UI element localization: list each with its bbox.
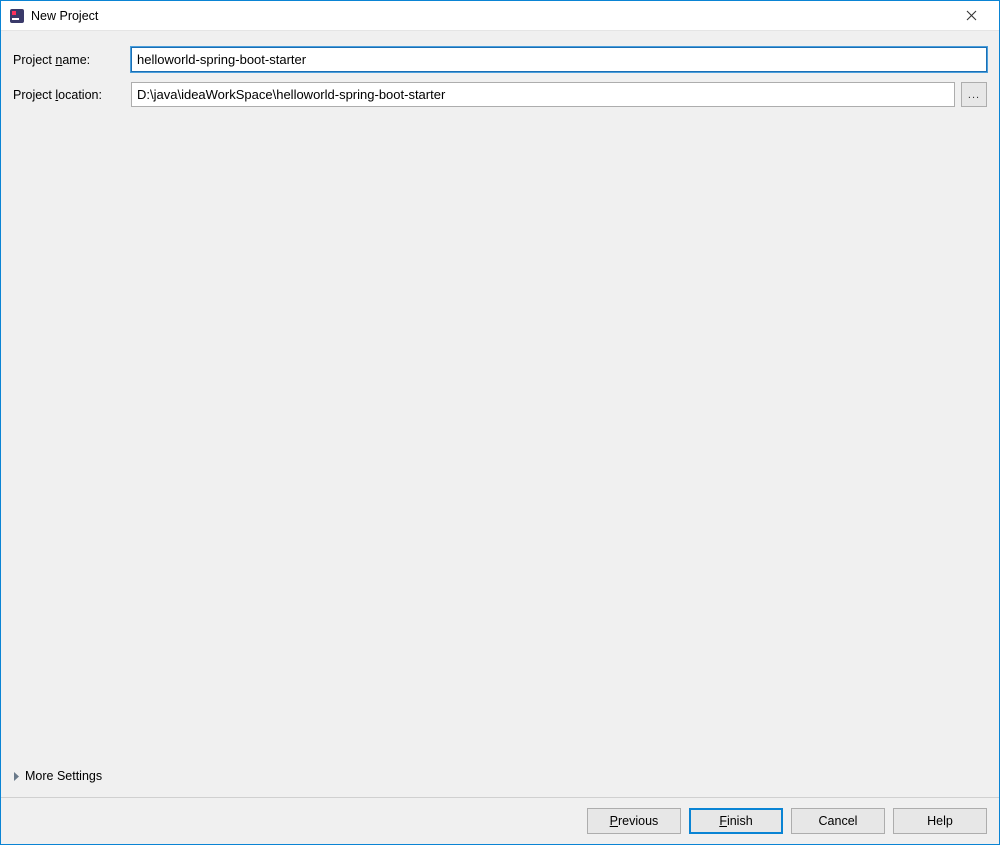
finish-button[interactable]: Finish — [689, 808, 783, 834]
cancel-button[interactable]: Cancel — [791, 808, 885, 834]
titlebar: New Project — [1, 1, 999, 31]
project-name-row: Project name: — [13, 47, 987, 72]
more-settings-label: More Settings — [25, 769, 102, 783]
more-settings-toggle[interactable]: More Settings — [13, 765, 987, 787]
previous-button[interactable]: Previous — [587, 808, 681, 834]
project-name-label: Project name: — [13, 53, 131, 67]
dialog-content: Project name: Project location: ... More… — [1, 31, 999, 797]
close-button[interactable] — [951, 2, 991, 30]
project-location-label: Project location: — [13, 88, 131, 102]
project-name-input[interactable] — [131, 47, 987, 72]
project-location-input[interactable] — [131, 82, 955, 107]
browse-button[interactable]: ... — [961, 82, 987, 107]
chevron-right-icon — [13, 772, 20, 781]
window-title: New Project — [31, 9, 951, 23]
dialog-footer: Previous Finish Cancel Help — [1, 797, 999, 844]
help-button[interactable]: Help — [893, 808, 987, 834]
app-icon — [9, 8, 25, 24]
project-location-row: Project location: ... — [13, 82, 987, 107]
